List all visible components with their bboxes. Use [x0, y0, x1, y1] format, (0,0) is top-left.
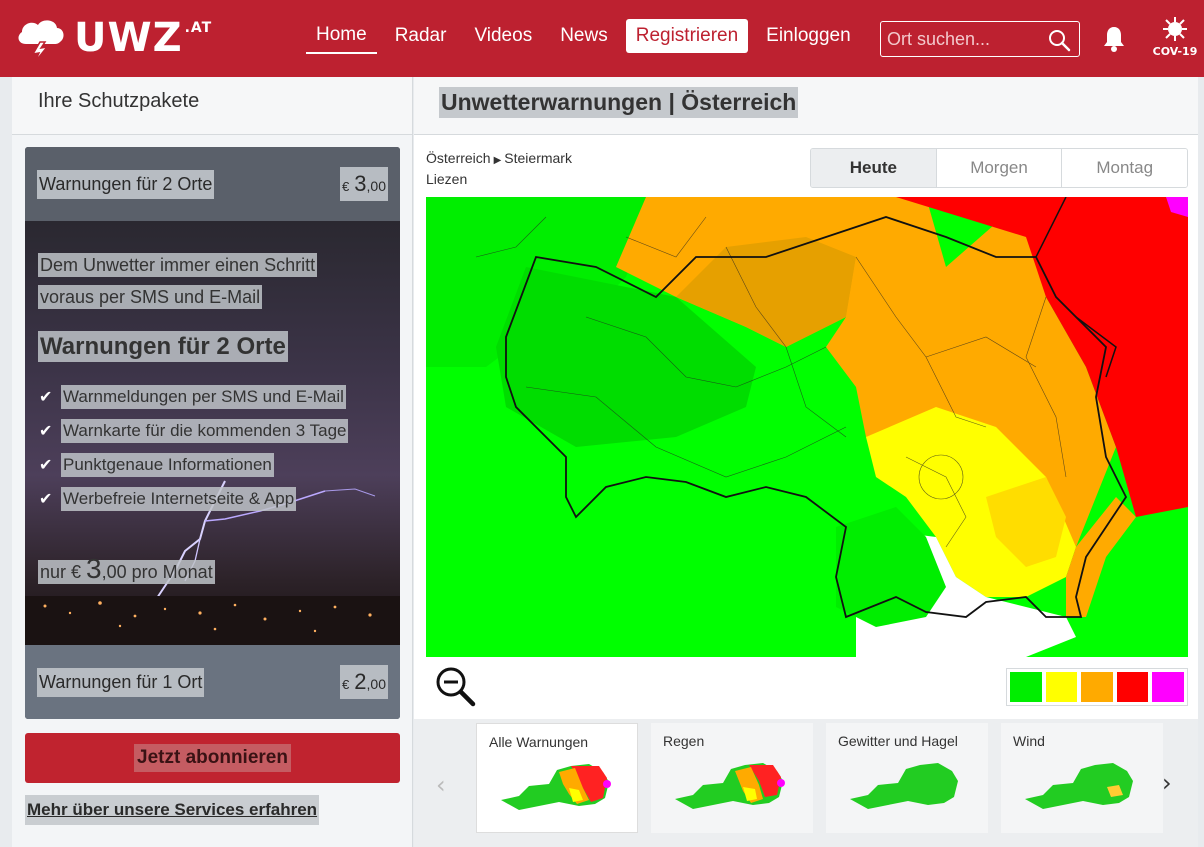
- search-input[interactable]: Ort suchen...: [887, 29, 1047, 50]
- notification-bell-icon[interactable]: [1100, 24, 1128, 54]
- protection-packages-panel: Ihre Schutzpakete Warnungen für 2 Orte €…: [12, 77, 413, 847]
- top-navigation-bar: UWZ .AT Home Radar Videos News Registrie…: [0, 0, 1204, 77]
- hero-price: nur € 3,00 pro Monat: [38, 553, 215, 584]
- legend-level-5: [1152, 672, 1184, 702]
- logo-text: UWZ: [74, 15, 183, 61]
- main-nav: Home Radar Videos News Registrieren Einl…: [306, 18, 869, 54]
- package-price: € 2,00: [340, 665, 388, 699]
- thumbnail-wind[interactable]: Wind: [1001, 723, 1163, 833]
- package-card: Warnungen für 2 Orte € 3,00 Dem Unwetter…: [25, 147, 400, 719]
- page-title: Unwetterwarnungen | Österreich: [439, 87, 799, 118]
- thumbnail-label: Alle Warnungen: [489, 734, 589, 750]
- legend-level-4: [1116, 672, 1149, 702]
- register-button[interactable]: Registrieren: [625, 19, 749, 53]
- more-services-link[interactable]: Mehr über unsere Services erfahren: [25, 795, 320, 825]
- check-icon: ✔: [39, 423, 53, 440]
- nav-videos[interactable]: Videos: [464, 19, 542, 53]
- hero-tagline: Dem Unwetter immer einen Schritt voraus …: [38, 253, 318, 309]
- nav-radar[interactable]: Radar: [385, 19, 457, 53]
- warning-map-graphic: [426, 197, 1188, 657]
- legend-level-1: [1010, 672, 1042, 702]
- breadcrumb: Österreich ▶ Steiermark Liezen: [426, 149, 572, 188]
- site-logo[interactable]: UWZ .AT: [14, 16, 212, 62]
- zoom-out-icon[interactable]: [434, 665, 476, 707]
- check-icon: ✔: [39, 389, 53, 406]
- tab-today[interactable]: Heute: [811, 149, 936, 187]
- virus-icon: [1163, 17, 1187, 41]
- breadcrumb-country[interactable]: Österreich: [426, 150, 491, 166]
- warnings-header: Unwetterwarnungen | Österreich: [414, 77, 1198, 135]
- hero-title: Warnungen für 2 Orte: [38, 331, 288, 362]
- tab-monday[interactable]: Montag: [1061, 149, 1187, 187]
- caret-right-icon: ▶: [493, 155, 502, 166]
- thumbnail-rain[interactable]: Regen: [651, 723, 813, 833]
- warning-map[interactable]: [426, 197, 1188, 657]
- feature-item: ✔ Werbefreie Internetseite & App: [39, 487, 348, 511]
- thumbnail-label: Gewitter und Hagel: [838, 733, 958, 749]
- login-link[interactable]: Einloggen: [756, 19, 861, 53]
- package-price: € 3,00: [340, 167, 388, 201]
- legend-level-3: [1081, 672, 1113, 702]
- storm-cloud-icon: [18, 20, 64, 62]
- thumbnail-all-warnings[interactable]: Alle Warnungen: [476, 723, 638, 833]
- package-label: Warnungen für 2 Orte: [37, 169, 215, 199]
- carousel-prev-icon[interactable]: ‹: [436, 771, 446, 799]
- feature-item: ✔ Warnkarte für die kommenden 3 Tage: [39, 419, 349, 443]
- day-selector: Heute Morgen Montag: [810, 148, 1188, 188]
- package-option-2-places[interactable]: Warnungen für 2 Orte € 3,00: [25, 147, 400, 221]
- covid-info-link[interactable]: COV-19: [1150, 16, 1200, 58]
- tab-tomorrow[interactable]: Morgen: [935, 149, 1062, 187]
- subscribe-button[interactable]: Jetzt abonnieren: [25, 733, 400, 783]
- promo-hero: Dem Unwetter immer einen Schritt voraus …: [25, 221, 400, 645]
- breadcrumb-state[interactable]: Steiermark: [504, 150, 572, 166]
- breadcrumb-district[interactable]: Liezen: [426, 171, 467, 187]
- search-icon[interactable]: [1047, 28, 1071, 52]
- nav-news[interactable]: News: [550, 19, 618, 53]
- package-option-1-place[interactable]: Warnungen für 1 Ort € 2,00: [25, 645, 400, 719]
- warning-type-carousel: ‹ Alle Warnungen Regen Gewitter und Hage…: [414, 719, 1198, 847]
- warning-level-legend: [1006, 668, 1188, 706]
- feature-item: ✔ Warnmeldungen per SMS und E-Mail: [39, 385, 348, 409]
- package-label: Warnungen für 1 Ort: [37, 667, 205, 697]
- warnings-panel: Unwetterwarnungen | Österreich Österreic…: [414, 77, 1198, 847]
- thumbnail-label: Wind: [1013, 733, 1045, 749]
- packages-heading: Ihre Schutzpakete: [12, 77, 412, 135]
- check-icon: ✔: [39, 491, 53, 508]
- logo-suffix: .AT: [184, 20, 213, 36]
- mini-map: [850, 763, 958, 809]
- check-icon: ✔: [39, 457, 53, 474]
- mini-map: [1025, 763, 1133, 809]
- mini-map: [501, 764, 611, 810]
- legend-level-2: [1045, 672, 1078, 702]
- thumbnail-thunderstorm-hail[interactable]: Gewitter und Hagel: [826, 723, 988, 833]
- feature-item: ✔ Punktgenaue Informationen: [39, 453, 348, 477]
- covid-label: COV-19: [1152, 45, 1198, 58]
- mini-map: [675, 763, 785, 809]
- thumbnail-label: Regen: [663, 733, 705, 749]
- carousel-next-icon[interactable]: ›: [1162, 769, 1172, 797]
- nav-home[interactable]: Home: [306, 18, 377, 54]
- feature-list: ✔ Warnmeldungen per SMS und E-Mail ✔ Warnk…: [39, 385, 349, 521]
- location-search[interactable]: Ort suchen...: [880, 21, 1080, 57]
